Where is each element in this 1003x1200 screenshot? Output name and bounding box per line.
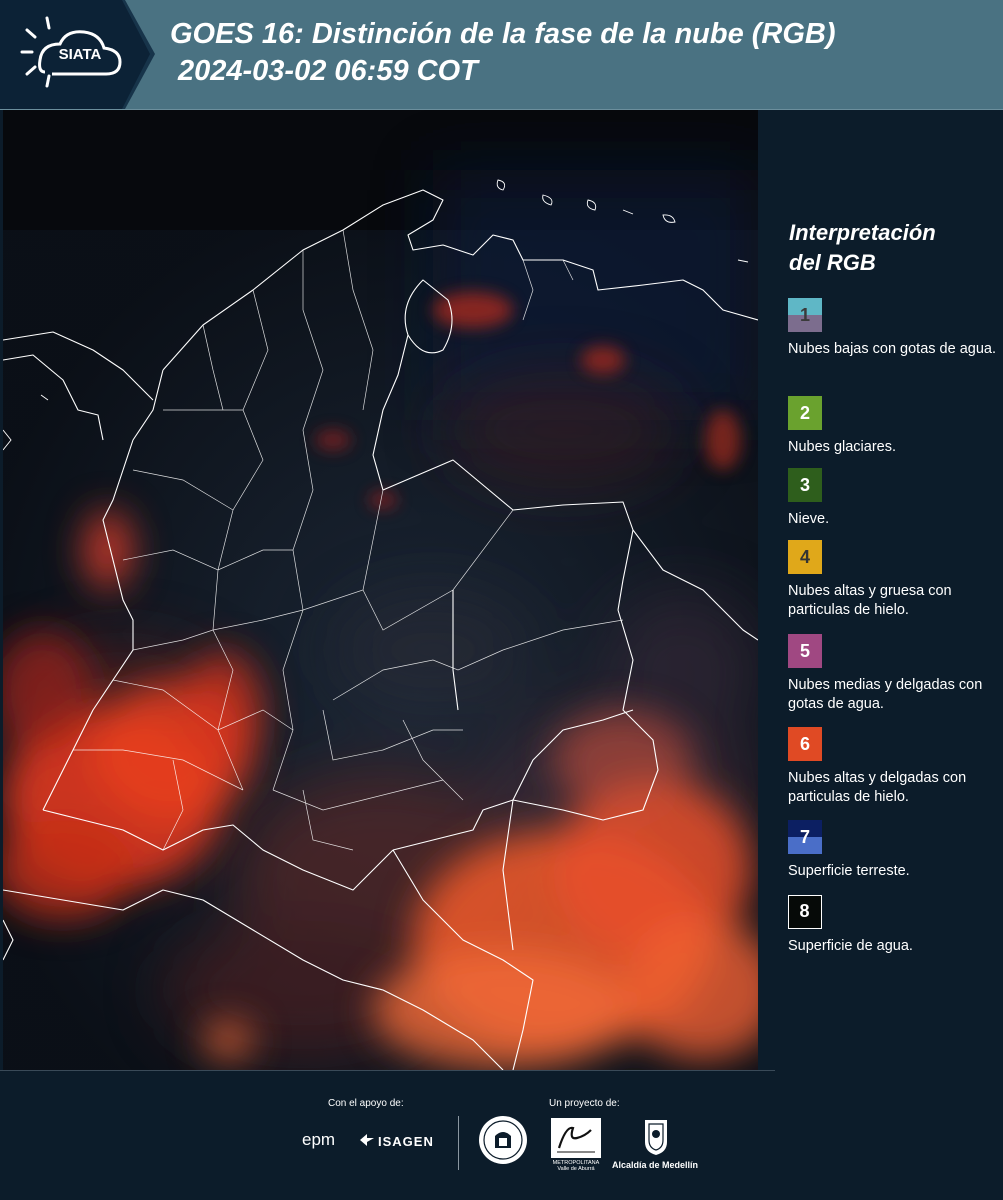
seal-logo-icon[interactable] — [477, 1114, 529, 1166]
footer: Con el apoyo de: Un proyecto de: epm ISA… — [0, 1070, 1003, 1200]
legend-item-8: 8 Superficie de agua. — [788, 895, 1003, 956]
legend-swatch-5: 5 — [788, 634, 822, 668]
legend-label-2: Nubes glaciares. — [788, 439, 896, 455]
legend-swatch-3: 3 — [788, 468, 822, 502]
alcaldia-shield-icon[interactable] — [643, 1118, 669, 1156]
legend-item-5: 5 Nubes medias y delgadas con gotas de a… — [788, 634, 1003, 714]
satellite-map[interactable] — [3, 110, 758, 1070]
area-metropolitana-text: METROPOLITANA Valle de Aburrá — [552, 1160, 600, 1172]
legend-swatch-1: 1 — [788, 298, 822, 332]
support-label: Con el apoyo de: — [328, 1098, 404, 1109]
footer-vertical-divider — [458, 1116, 459, 1170]
siata-logo[interactable]: SIATA — [0, 0, 155, 109]
epm-logo[interactable]: epm — [302, 1130, 335, 1150]
legend-item-2: 2 Nubes glaciares. — [788, 396, 1003, 457]
legend-label-8: Superficie de agua. — [788, 938, 913, 954]
project-label: Un proyecto de: — [549, 1098, 620, 1109]
legend-label-4: Nubes altas y gruesa con particulas de h… — [788, 583, 952, 618]
legend-item-7: 7 Superficie terreste. — [788, 820, 1003, 881]
legend-item-4: 4 Nubes altas y gruesa con particulas de… — [788, 540, 1003, 620]
page-title: GOES 16: Distinción de la fase de la nub… — [170, 18, 836, 50]
legend-swatch-7: 7 — [788, 820, 822, 854]
legend-item-6: 6 Nubes altas y delgadas con particulas … — [788, 727, 1003, 807]
legend-item-3: 3 Nieve. — [788, 468, 1003, 529]
legend-label-5: Nubes medias y delgadas con gotas de agu… — [788, 677, 983, 712]
isagen-logo[interactable]: ISAGEN — [378, 1134, 434, 1149]
logo-text: SIATA — [58, 46, 102, 63]
legend-label-6: Nubes altas y delgadas con particulas de… — [788, 770, 967, 805]
isagen-mark-icon — [360, 1134, 374, 1146]
alcaldia-medellin-label: Alcaldía de Medellín — [612, 1160, 699, 1170]
header: SIATA GOES 16: Distinción de la fase de … — [0, 0, 1003, 110]
page-datetime: 2024-03-02 06:59 COT — [178, 55, 478, 87]
legend-swatch-4: 4 — [788, 540, 822, 574]
legend-panel: Interpretación del RGB 1 Nubes bajas con… — [763, 110, 1003, 1070]
legend-swatch-8: 8 — [788, 895, 822, 929]
satellite-image-svg — [3, 110, 758, 1070]
legend-swatch-2: 2 — [788, 396, 822, 430]
legend-label-3: Nieve. — [788, 511, 830, 527]
legend-label-1: Nubes bajas con gotas de agua. — [788, 341, 996, 357]
legend-title: Interpretación del RGB — [789, 220, 936, 275]
legend-item-1: 1 Nubes bajas con gotas de agua. — [788, 298, 1003, 359]
area-metropolitana-logo-icon[interactable] — [551, 1118, 601, 1158]
footer-divider-line — [0, 1070, 775, 1071]
legend-swatch-6: 6 — [788, 727, 822, 761]
legend-label-7: Superficie terreste. — [788, 863, 910, 879]
